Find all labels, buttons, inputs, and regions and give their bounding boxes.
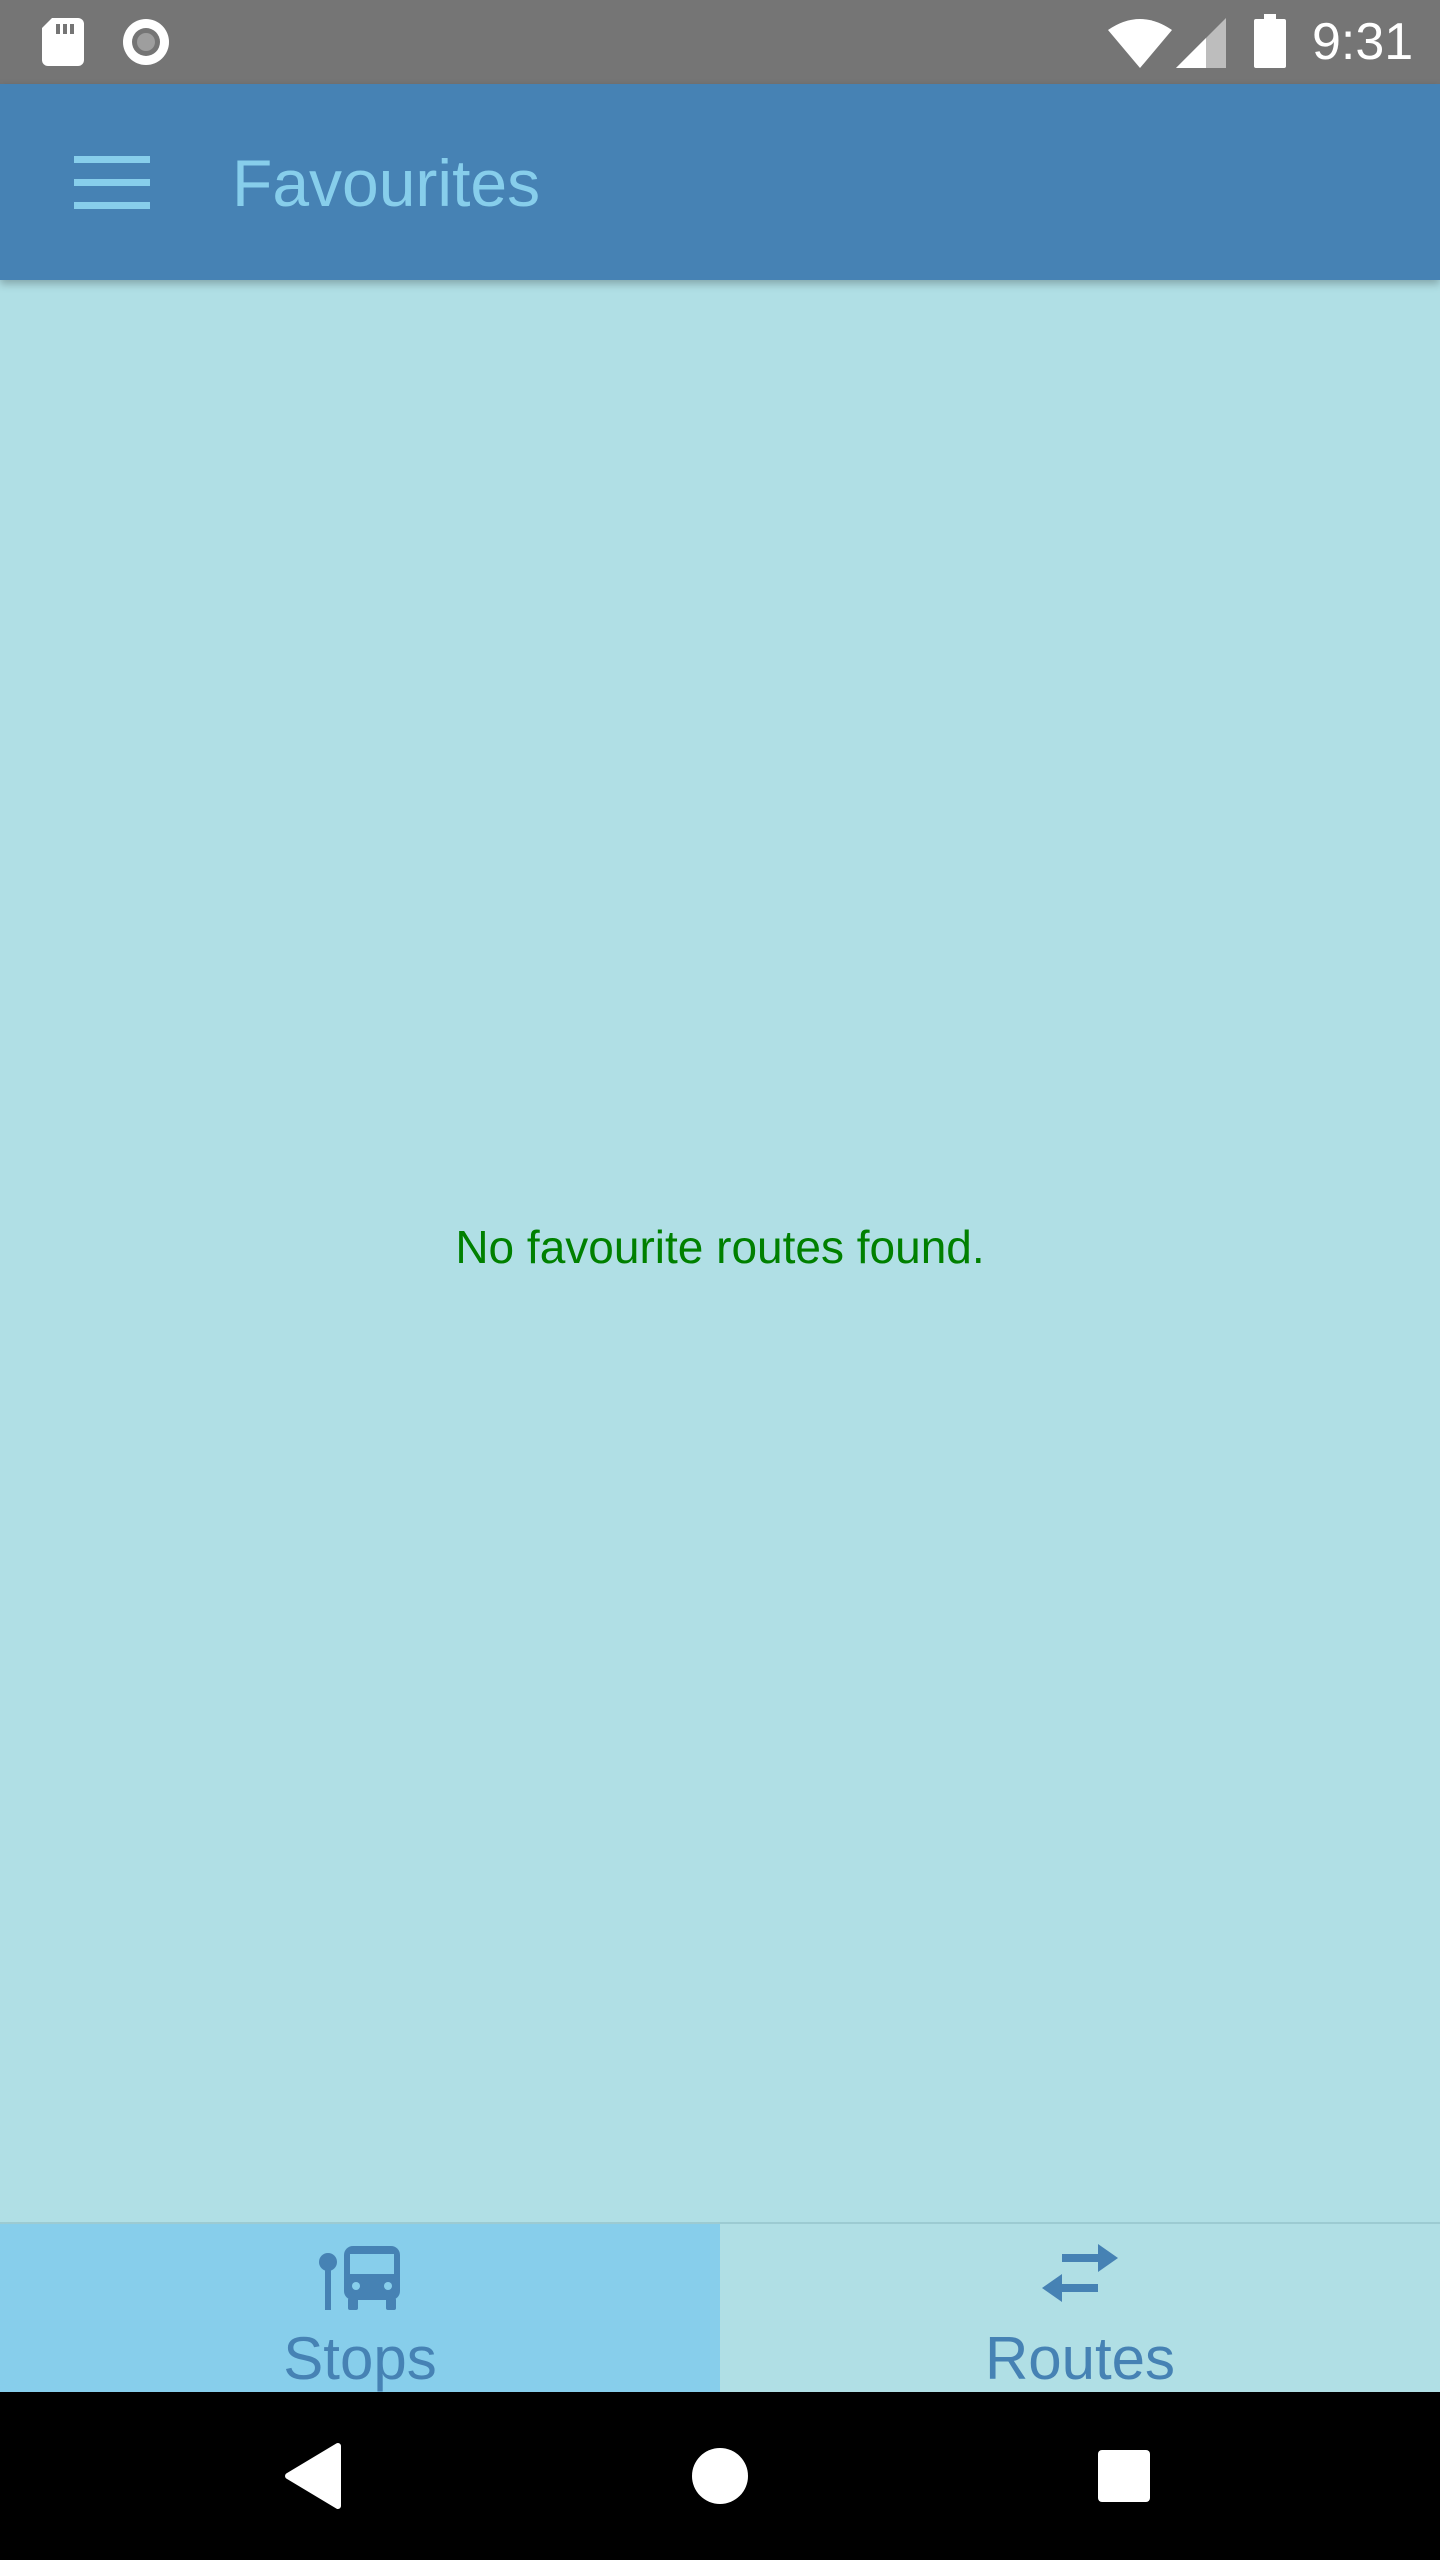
menu-button[interactable] [52,142,172,222]
tab-routes-label: Routes [984,2325,1176,2392]
status-bar: 9:31 [0,0,1440,84]
tab-stops[interactable]: Stops [0,2224,720,2394]
wifi-icon [1108,19,1172,68]
favourites-content: No favourite routes found. [0,280,1440,2222]
back-icon [285,2443,341,2509]
home-button[interactable] [670,2426,770,2526]
bottom-navigation: Stops Routes [0,2222,1440,2394]
empty-state-message: No favourite routes found. [455,1221,985,1273]
home-icon [692,2448,748,2504]
recents-icon [1098,2450,1150,2502]
hamburger-menu-icon [74,156,150,209]
bus-stop-icon [319,2246,400,2310]
record-icon [123,19,169,65]
back-button[interactable] [266,2426,366,2526]
tab-routes[interactable]: Routes [720,2224,1440,2394]
cell-signal-icon [1176,18,1226,68]
tab-stops-label: Stops [283,2325,437,2392]
battery-icon [1254,14,1286,68]
recents-button[interactable] [1074,2426,1174,2526]
system-nav-bar [0,2392,1440,2560]
swap-arrows-icon [1042,2244,1118,2302]
sd-card-icon [42,18,84,66]
app-bar: Favourites [0,84,1440,280]
status-clock: 9:31 [1312,13,1414,71]
page-title: Favourites [232,146,541,220]
